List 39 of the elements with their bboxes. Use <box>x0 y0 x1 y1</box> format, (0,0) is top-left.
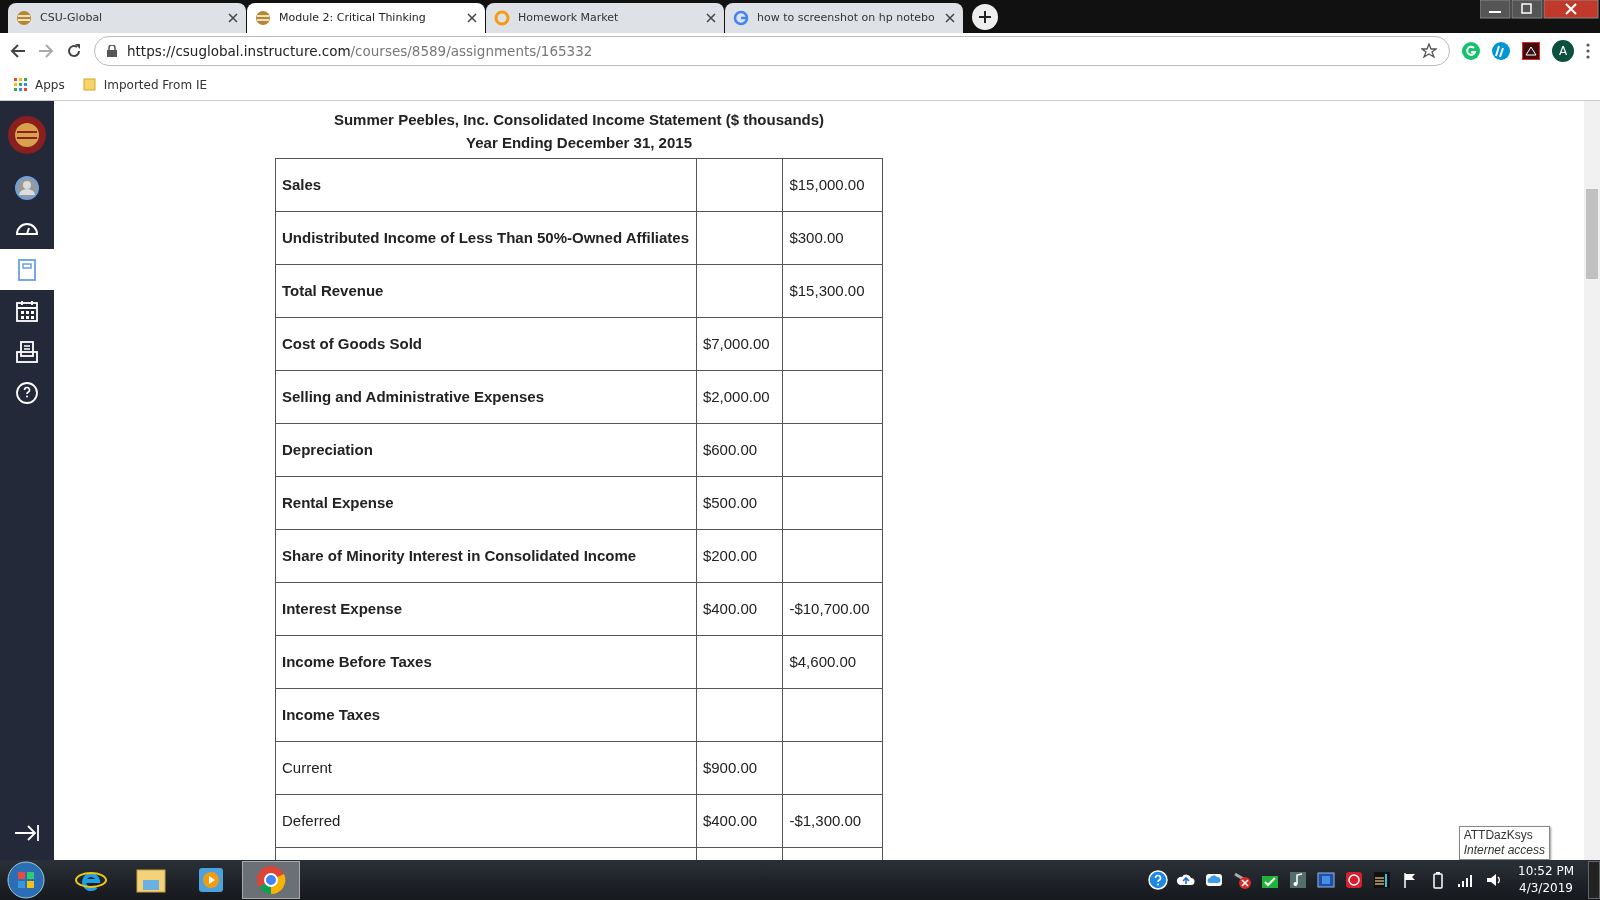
table-cell: Income Before Taxes <box>275 635 697 689</box>
bookmark[interactable]: Apps <box>14 75 65 94</box>
statement-subtitle: Year Ending December 31, 2015 <box>465 132 693 153</box>
table-cell: Income Taxes <box>275 688 697 742</box>
table-cell: Current <box>275 741 697 795</box>
statement-title: Summer Peebles, Inc. Consolidated Income Statement ($ thousands) <box>332 110 826 130</box>
table-cell: Deferred <box>275 794 697 848</box>
url-text: https://csuglobal.instructure.com/courses/8589/assignments/165332 <box>127 41 594 61</box>
table-cell: $500.00 <box>696 476 783 530</box>
table-cell: $15,300.00 <box>782 264 883 318</box>
table-cell: -$1,300.00 <box>782 794 883 848</box>
browser-tab[interactable]: Homework Market <box>486 3 724 33</box>
table-cell: -$10,700.00 <box>782 582 883 636</box>
network-tooltip: ATTDazKsys Internet access <box>1458 826 1550 860</box>
taskbar-clock[interactable]: 10:52 PM 4/3/2019 <box>1504 863 1588 897</box>
table-cell: $600.00 <box>696 423 783 477</box>
table-cell: $400.00 <box>696 794 783 848</box>
table-cell: Undistributed Income of Less Than 50%-Owned Affiliates <box>275 211 697 265</box>
table-cell: $4,600.00 <box>782 635 883 689</box>
browser-tab[interactable]: how to screenshot on hp notebo <box>725 3 963 33</box>
browser-tab[interactable]: CSU-Global <box>8 3 246 33</box>
browser-tab[interactable]: Module 2: Critical Thinking <box>247 3 485 33</box>
table-cell: $400.00 <box>696 582 783 636</box>
table-cell: Interest Expense <box>275 582 697 636</box>
table-cell: $2,000.00 <box>696 370 783 424</box>
table-cell: $900.00 <box>696 741 783 795</box>
table-cell: Cost of Goods Sold <box>275 317 697 371</box>
profile-avatar[interactable]: A <box>1552 40 1574 62</box>
table-cell: $15,000.00 <box>782 158 883 212</box>
table-cell: Share of Minority Interest in Consolidated Income <box>275 529 697 583</box>
table-cell: Depreciation <box>275 423 697 477</box>
table-cell: $7,000.00 <box>696 317 783 371</box>
table-cell: Selling and Administrative Expenses <box>275 370 697 424</box>
table-cell: Sales <box>275 158 697 212</box>
table-cell: Rental Expense <box>275 476 697 530</box>
table-cell: $300.00 <box>782 211 883 265</box>
bookmark[interactable]: Imported From IE <box>82 75 207 94</box>
table-cell: $200.00 <box>696 529 783 583</box>
table-cell: Total Revenue <box>275 264 697 318</box>
